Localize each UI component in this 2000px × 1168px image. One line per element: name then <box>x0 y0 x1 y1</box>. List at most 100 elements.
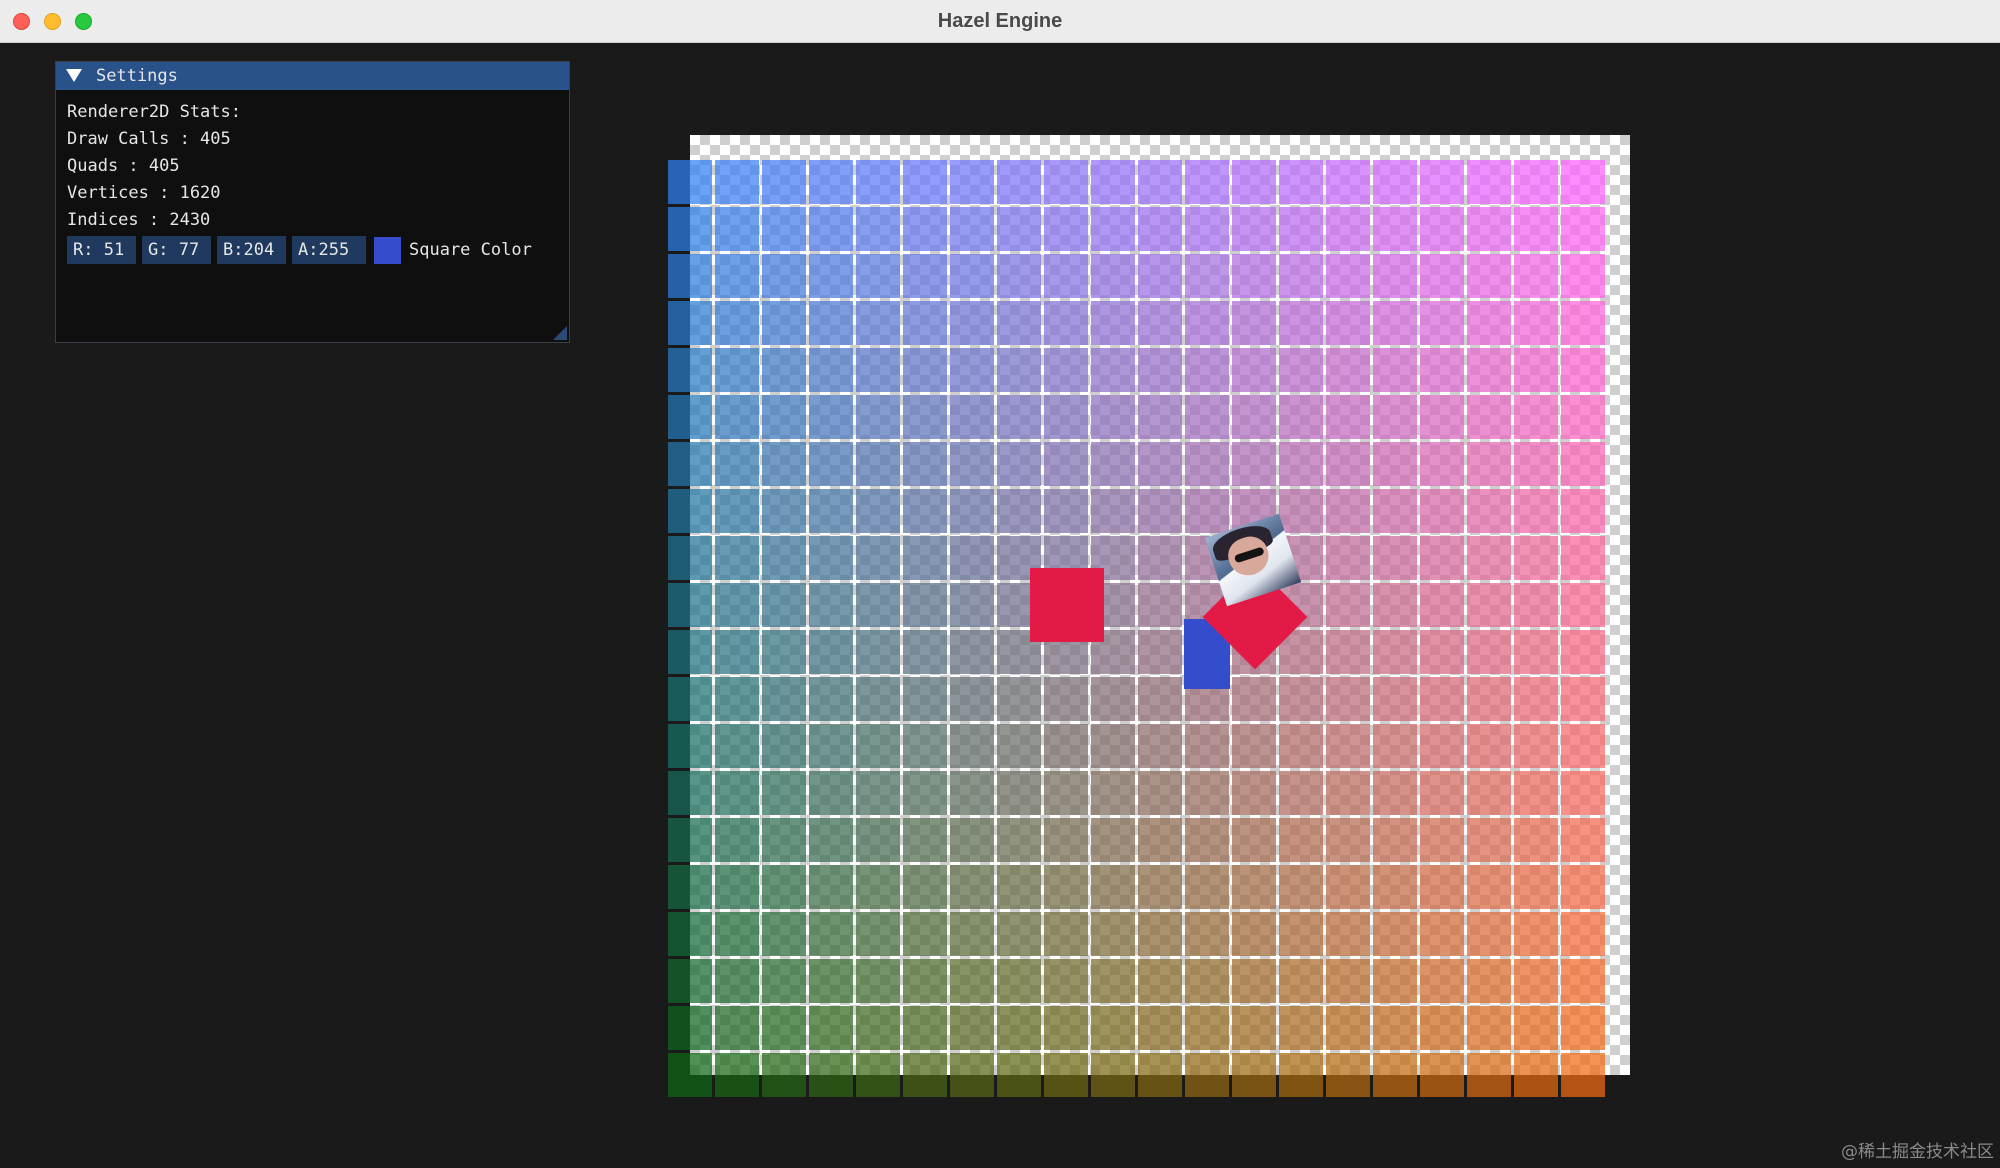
grid-quad <box>1138 207 1182 251</box>
grid-quad <box>1420 677 1464 721</box>
grid-quad <box>762 254 806 298</box>
grid-quad <box>1279 1006 1323 1050</box>
grid-quad <box>1091 254 1135 298</box>
grid-quad <box>1561 254 1605 298</box>
grid-quad <box>809 912 853 956</box>
grid-quad <box>762 160 806 204</box>
grid-quad <box>1420 630 1464 674</box>
square-color-swatch[interactable] <box>374 237 401 264</box>
grid-quad <box>1326 724 1370 768</box>
settings-panel[interactable]: Settings Renderer2D Stats: Draw Calls : … <box>55 61 570 343</box>
colored-quad-grid <box>668 160 1608 1100</box>
grid-quad <box>1326 959 1370 1003</box>
grid-quad <box>856 959 900 1003</box>
grid-quad <box>1514 536 1558 580</box>
grid-quad <box>1420 442 1464 486</box>
draw-calls-stat: Draw Calls : 405 <box>67 129 231 149</box>
grid-quad <box>809 489 853 533</box>
grid-quad <box>762 536 806 580</box>
grid-quad <box>1185 959 1229 1003</box>
stats-heading: Renderer2D Stats: <box>67 102 241 122</box>
grid-quad <box>950 442 994 486</box>
grid-quad <box>668 865 712 909</box>
grid-quad <box>856 630 900 674</box>
grid-quad <box>1185 724 1229 768</box>
grid-quad <box>1185 912 1229 956</box>
grid-quad <box>1373 677 1417 721</box>
color-r-field[interactable]: R: 51 <box>67 236 136 264</box>
grid-quad <box>809 301 853 345</box>
grid-quad <box>809 1006 853 1050</box>
grid-quad <box>1420 818 1464 862</box>
grid-quad <box>856 489 900 533</box>
grid-quad <box>1514 207 1558 251</box>
grid-quad <box>668 771 712 815</box>
grid-quad <box>1373 1006 1417 1050</box>
resize-grip-icon[interactable] <box>553 326 567 340</box>
grid-quad <box>1561 489 1605 533</box>
grid-quad <box>1514 160 1558 204</box>
grid-quad <box>809 160 853 204</box>
grid-quad <box>1514 959 1558 1003</box>
grid-quad <box>809 771 853 815</box>
grid-quad <box>762 348 806 392</box>
grid-quad <box>1326 160 1370 204</box>
grid-quad <box>950 630 994 674</box>
grid-quad <box>1420 1053 1464 1097</box>
grid-quad <box>1091 1006 1135 1050</box>
grid-quad <box>1185 207 1229 251</box>
title-bar[interactable]: Hazel Engine <box>0 0 2000 43</box>
collapse-arrow-icon[interactable] <box>66 69 82 82</box>
grid-quad <box>1467 677 1511 721</box>
grid-quad <box>1091 1053 1135 1097</box>
grid-quad <box>1185 1053 1229 1097</box>
grid-quad <box>1373 254 1417 298</box>
grid-quad <box>1232 1006 1276 1050</box>
grid-quad <box>1373 301 1417 345</box>
grid-quad <box>668 348 712 392</box>
grid-quad <box>950 1053 994 1097</box>
grid-quad <box>1420 959 1464 1003</box>
grid-quad <box>997 865 1041 909</box>
grid-quad <box>715 724 759 768</box>
grid-quad <box>1185 1006 1229 1050</box>
grid-quad <box>809 677 853 721</box>
grid-quad <box>1326 442 1370 486</box>
grid-quad <box>1279 677 1323 721</box>
grid-quad <box>1373 630 1417 674</box>
grid-quad <box>1467 1006 1511 1050</box>
grid-quad <box>668 630 712 674</box>
settings-panel-header[interactable]: Settings <box>56 62 569 90</box>
grid-quad <box>1373 818 1417 862</box>
grid-quad <box>762 207 806 251</box>
grid-quad <box>997 1006 1041 1050</box>
grid-quad <box>1044 1053 1088 1097</box>
grid-quad <box>1044 207 1088 251</box>
grid-quad <box>997 301 1041 345</box>
grid-quad <box>809 959 853 1003</box>
color-g-field[interactable]: G: 77 <box>142 236 211 264</box>
grid-quad <box>668 301 712 345</box>
grid-quad <box>1326 912 1370 956</box>
grid-quad <box>1561 207 1605 251</box>
hazel-engine-window: Hazel Engine Settings Renderer2D Stats: … <box>0 0 2000 1168</box>
grid-quad <box>903 301 947 345</box>
grid-quad <box>809 395 853 439</box>
color-b-field[interactable]: B:204 <box>217 236 286 264</box>
color-a-field[interactable]: A:255 <box>292 236 366 264</box>
grid-quad <box>1373 865 1417 909</box>
grid-quad <box>1467 771 1511 815</box>
grid-quad <box>1373 395 1417 439</box>
grid-quad <box>1561 348 1605 392</box>
grid-quad <box>997 1053 1041 1097</box>
grid-quad <box>1138 583 1182 627</box>
grid-quad <box>668 677 712 721</box>
grid-quad <box>1467 865 1511 909</box>
grid-quad <box>950 395 994 439</box>
grid-quad <box>1326 865 1370 909</box>
grid-quad <box>809 1053 853 1097</box>
grid-quad <box>809 348 853 392</box>
grid-quad <box>997 724 1041 768</box>
window-title: Hazel Engine <box>937 10 1063 32</box>
grid-quad <box>1467 1053 1511 1097</box>
